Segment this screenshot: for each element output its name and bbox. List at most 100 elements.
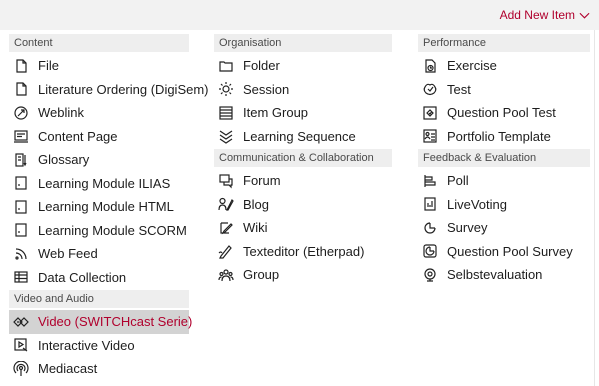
menu-item-label: Learning Sequence [243,128,356,144]
group-header: Video and Audio [9,290,189,308]
menu-item[interactable]: Test [418,78,590,102]
learning-module-icon [13,199,29,215]
menu-item[interactable]: Portfolio Template [418,125,590,149]
menu-item[interactable]: Question Pool Survey [418,240,590,264]
menu-item[interactable]: Learning Sequence [214,125,392,149]
folder-icon [218,58,234,74]
menu-item-label: Poll [447,173,469,189]
group-header: Feedback & Evaluation [418,149,590,167]
menu-item[interactable]: Session [214,78,392,102]
column-3: Performance Exercise Test Question Pool Tes… [418,34,590,287]
livevoting-icon [422,196,438,212]
menu-item-label: Glossary [38,152,90,168]
exercise-icon [422,58,438,74]
group-header: Performance [418,34,590,52]
podcast-icon [13,360,29,377]
menu-item-label: Exercise [447,58,497,74]
column-1: Content File Literature Ordering (DigiSem)… [9,34,209,386]
menu-item[interactable]: Content Page [9,125,189,149]
menu-item[interactable]: Glossary [9,148,189,172]
menu-item[interactable]: Forum [214,169,392,193]
menu-item-label: Survey [447,220,488,236]
menu-item-label: Data Collection [38,269,127,285]
poll-icon [422,173,438,189]
glossary-icon [13,152,29,168]
file-icon [13,58,29,74]
menu-item[interactable]: Video (SWITCHcast Serie) [9,310,193,334]
menu-item-label: Learning Module ILIAS [38,175,171,191]
top-bar: Add New Item [0,0,599,30]
menu-item-label: Wiki [243,220,268,236]
menu-item[interactable]: Survey [418,216,590,240]
menu-item[interactable]: Group [214,263,392,287]
portfolio-template-icon [422,128,438,144]
menu-item-label: Group [243,267,280,283]
menu-item[interactable]: Selbstevaluation [418,263,590,287]
menu-item-label: Literature Ordering (DigiSem) [38,81,209,97]
blog-icon [218,196,234,212]
menu-item-label: Test [447,81,471,97]
menu-item[interactable]: Question Pool Test [418,101,590,125]
file-icon [13,81,29,97]
menu-item[interactable]: Exercise [418,54,590,78]
menu-item-label: File [38,58,59,74]
menu-item[interactable]: Learning Module SCORM [9,219,189,243]
test-icon [422,81,438,97]
learning-module-icon [13,175,29,191]
menu-item-label: Question Pool Test [447,105,556,121]
menu-item[interactable]: Literature Ordering (DigiSem) [9,78,209,102]
menu-item[interactable]: Item Group [214,101,392,125]
menu-item-label: Forum [243,173,281,189]
menu-item-label: Mediacast [38,361,98,377]
menu-item[interactable]: Data Collection [9,266,189,290]
session-icon [218,81,234,97]
menu-item[interactable]: Folder [214,54,392,78]
menu-item-label: Learning Module HTML [38,199,174,215]
survey-icon [422,220,438,236]
learning-sequence-icon [218,128,234,144]
menu-item-label: Weblink [38,105,85,121]
globe-link-icon [13,105,29,121]
menu-item-label: Folder [243,58,280,74]
question-pool-survey-icon [422,243,438,259]
menu-item[interactable]: Web Feed [9,242,189,266]
group-header: Communication & Collaboration [214,149,392,167]
menu-item[interactable]: File [9,54,189,78]
menu-item-label: Content Page [38,128,118,144]
menu-item[interactable]: Wiki [214,216,392,240]
menu-item-label: Question Pool Survey [447,243,573,259]
menu-item[interactable]: Media Pool [9,381,189,386]
menu-item-label: LiveVoting [447,196,507,212]
menu-item-label: Interactive Video [38,337,135,353]
question-pool-test-icon [422,105,438,121]
add-new-item-label: Add New Item [499,8,575,22]
menu-item[interactable]: LiveVoting [418,193,590,217]
content-page-icon [13,128,29,144]
rss-icon [13,246,29,262]
learning-module-icon [13,222,29,238]
add-new-item-dropdown[interactable]: Add New Item [500,8,590,22]
menu-item-label: Blog [243,196,270,212]
item-group-icon [218,105,234,121]
menu-item[interactable]: Learning Module ILIAS [9,172,189,196]
menu-item[interactable]: Texteditor (Etherpad) [214,240,392,264]
menu-item[interactable]: Weblink [9,101,189,125]
menu-item-label: Texteditor (Etherpad) [243,243,365,259]
menu-item[interactable]: Poll [418,169,590,193]
menu-item-label: Video (SWITCHcast Serie) [38,314,193,330]
menu-item[interactable]: Interactive Video [9,334,189,358]
scrollbar-track[interactable] [594,30,595,386]
interactive-video-icon [13,337,29,353]
wiki-icon [218,220,234,236]
menu-item-label: Session [243,81,290,97]
group-header: Organisation [214,34,392,52]
menu-item-label: Selbstevaluation [447,267,543,283]
menu-item-label: Learning Module SCORM [38,222,187,238]
menu-item[interactable]: Learning Module HTML [9,195,189,219]
table-icon [13,269,29,285]
self-evaluation-icon [422,267,438,283]
column-2: Organisation Folder Session Item Group Learn… [214,34,392,287]
menu-item[interactable]: Blog [214,193,392,217]
menu-item-label: Portfolio Template [447,128,551,144]
menu-item[interactable]: Mediacast [9,357,189,381]
